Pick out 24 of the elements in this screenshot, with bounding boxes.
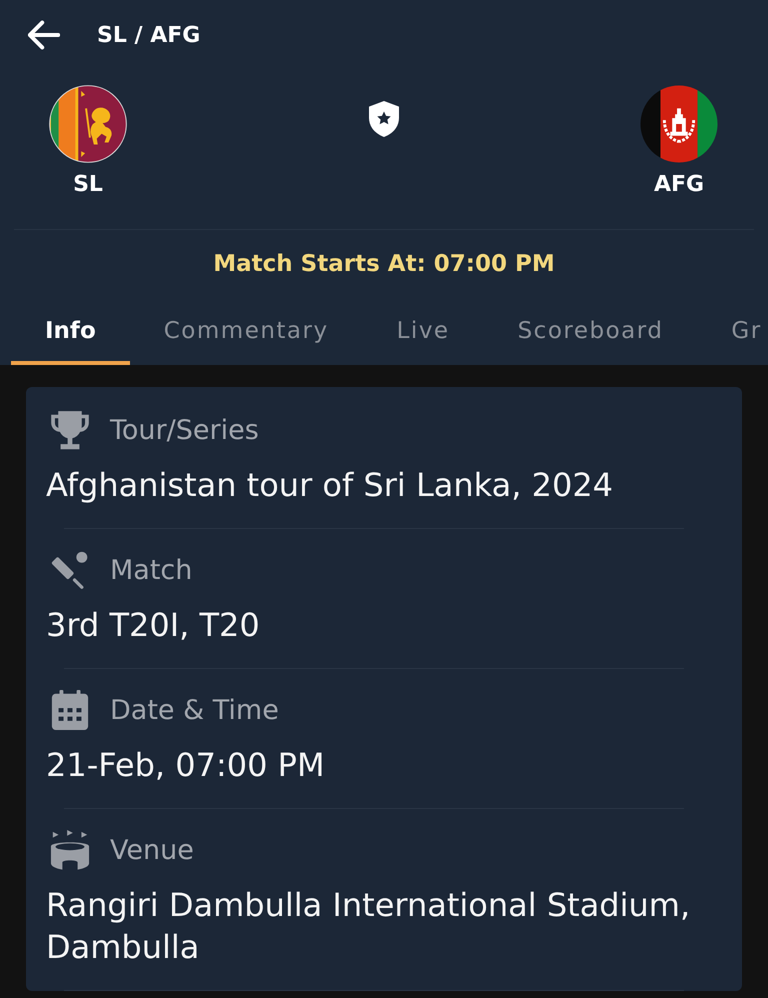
trophy-icon xyxy=(50,410,90,450)
info-label: Venue xyxy=(110,834,194,866)
info-value: Afghanistan tour of Sri Lanka, 2024 xyxy=(46,465,614,506)
info-label: Match xyxy=(110,554,192,586)
page-title: SL / AFG xyxy=(97,22,200,48)
info-label: Tour/Series xyxy=(110,414,259,446)
info-value: 3rd T20I, T20 xyxy=(46,605,261,646)
tab[interactable]: Live xyxy=(362,297,484,365)
tab[interactable]: Gr xyxy=(697,297,762,365)
match-start-time: Match Starts At: 07:00 PM xyxy=(213,250,555,276)
info-label: Date & Time xyxy=(110,694,279,726)
tab[interactable]: Commentary xyxy=(130,297,363,365)
arrow-left-icon xyxy=(28,19,60,51)
info-value: Rangiri Dambulla International Stadium, Dambulla xyxy=(46,885,692,968)
team-name: AFG xyxy=(654,172,704,198)
info-value: 21-Feb, 07:00 PM xyxy=(46,745,326,786)
tab[interactable]: Scoreboard xyxy=(484,297,698,365)
stadium-icon xyxy=(50,830,90,870)
tab[interactable]: Info xyxy=(11,297,130,365)
shield-star-icon xyxy=(368,101,400,137)
cricket-bat-ball-icon xyxy=(50,550,90,590)
team-name: SL xyxy=(73,172,103,198)
team-flag-icon xyxy=(640,85,718,163)
calendar-icon xyxy=(50,690,90,730)
